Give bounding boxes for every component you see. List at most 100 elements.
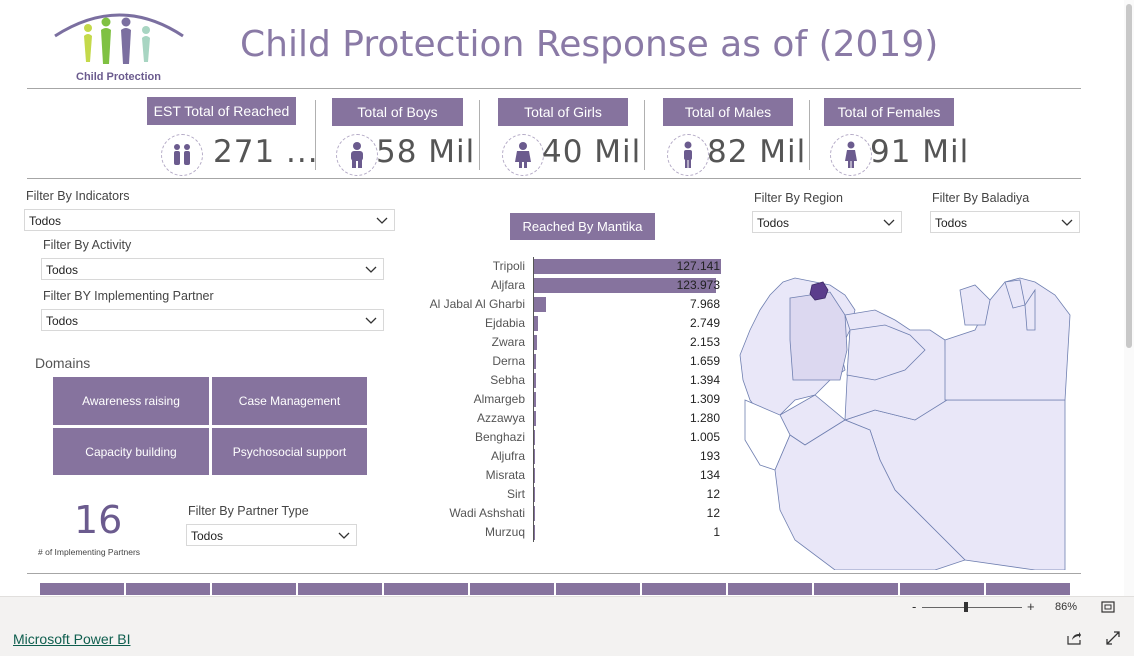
kpi-label-females: Total of Females (824, 98, 954, 126)
table-header-cell (642, 583, 726, 595)
zoom-out-button[interactable]: - (912, 599, 916, 614)
bar-category-label: Derna (492, 354, 525, 368)
two-children-icon (161, 134, 203, 176)
filter-region-label: Filter By Region (754, 191, 843, 205)
filter-indicators-dropdown[interactable]: Todos (24, 209, 395, 231)
report-footer: - + 86% Microsoft Power BI (0, 596, 1134, 656)
table-header-cell (728, 583, 812, 595)
table-header-cell (126, 583, 210, 595)
kpi-separator (809, 100, 810, 170)
table-header-cell (384, 583, 468, 595)
filter-partner-dropdown[interactable]: Todos (41, 309, 384, 331)
domain-awareness-raising-button[interactable]: Awareness raising (53, 377, 209, 425)
bar-value-label: 193 (699, 449, 720, 463)
bar-value-label: 1.659 (689, 354, 720, 368)
kpi-separator (315, 100, 316, 170)
filter-indicators-label: Filter By Indicators (26, 189, 130, 203)
share-icon[interactable] (1067, 631, 1082, 645)
table-header-cell (556, 583, 640, 595)
fullscreen-icon[interactable] (1106, 631, 1120, 645)
bar-category-label: Zwara (491, 335, 525, 349)
bar-category-label: Murzuq (484, 525, 525, 539)
domain-psychosocial-support-button[interactable]: Psychosocial support (212, 428, 367, 475)
filter-baladiya-dropdown[interactable]: Todos (930, 211, 1080, 233)
kpi-value-total-reached: 271 ... (213, 134, 319, 170)
chevron-down-icon (376, 217, 388, 224)
kpi-value-girls: 40 Mil (542, 134, 642, 170)
zoom-level: 86% (1055, 601, 1078, 613)
domains-heading: Domains (35, 355, 91, 371)
vertical-scrollbar[interactable] (1124, 0, 1134, 596)
logo-caption: Child Protection (76, 71, 161, 83)
bar-value-label: 1 (713, 525, 720, 539)
chart-title: Reached By Mantika (510, 213, 655, 240)
bar-value-label: 134 (699, 468, 720, 482)
fit-to-page-icon[interactable] (1101, 601, 1115, 613)
kpi-value-males: 82 Mil (707, 134, 807, 170)
kpi-value-boys: 58 Mil (376, 134, 476, 170)
logo: Child Protection (50, 6, 190, 86)
bar-category-label: Wadi Ashshati (449, 506, 525, 520)
scrollbar-thumb[interactable] (1126, 4, 1132, 348)
bar-value-label: 12 (706, 487, 720, 501)
filter-partner-type-label: Filter By Partner Type (188, 504, 309, 518)
chevron-down-icon (365, 266, 377, 273)
filter-indicators-value: Todos (29, 214, 62, 228)
bar-category-label: Sirt (507, 487, 525, 501)
table-header-cell (900, 583, 984, 595)
bar-value-label: 1.005 (689, 430, 720, 444)
table-header-cell (298, 583, 382, 595)
kpi-value-females: 91 Mil (870, 134, 970, 170)
bar-category-label: Azzawya (476, 411, 525, 425)
libya-map[interactable] (735, 270, 1075, 570)
bar-category-label: Misrata (485, 468, 525, 482)
bar-chart: Tripoli 127.141 Aljfara 123.973 Al Jabal Al … (405, 257, 735, 547)
table-header-cell (212, 583, 296, 595)
bar-value-label: 127.141 (676, 259, 720, 273)
child-protection-logo-icon (54, 13, 184, 64)
bottom-divider (27, 573, 1081, 574)
power-bi-link[interactable]: Microsoft Power BI (13, 631, 130, 647)
filter-partner-type-value: Todos (191, 529, 224, 543)
kpi-label-boys: Total of Boys (332, 98, 463, 126)
kpi-separator (644, 100, 645, 170)
chevron-down-icon (365, 317, 377, 324)
filter-region-dropdown[interactable]: Todos (752, 211, 902, 233)
partners-count-label: # of Implementing Partners (38, 547, 141, 557)
chevron-down-icon (883, 219, 895, 226)
table-header-cell (986, 583, 1070, 595)
zoom-slider[interactable] (922, 602, 1022, 612)
chevron-down-icon (338, 532, 350, 539)
kpi-label-males: Total of Males (663, 98, 793, 126)
filter-partner-label: Filter BY Implementing Partner (43, 289, 214, 303)
filter-activity-dropdown[interactable]: Todos (41, 258, 384, 280)
domain-capacity-building-button[interactable]: Capacity building (53, 428, 209, 475)
kpi-label-total-reached: EST Total of Reached (147, 97, 296, 125)
kpi-label-girls: Total of Girls (498, 98, 628, 126)
filter-partner-type-dropdown[interactable]: Todos (186, 524, 357, 546)
bar-category-label: Sebha (490, 373, 525, 387)
bar-value-label: 1.280 (689, 411, 720, 425)
bar-category-label: Aljfara (490, 278, 525, 292)
page-title: Child Protection Response as of (2019) (240, 24, 939, 65)
bar-value-label: 2.749 (689, 316, 720, 330)
zoom-slider-handle[interactable] (964, 602, 968, 612)
bar-category-label: Almargeb (473, 392, 525, 406)
bar-value-label: 1.309 (689, 392, 720, 406)
chevron-down-icon (1061, 219, 1073, 226)
filter-partner-value: Todos (46, 314, 79, 328)
zoom-in-button[interactable]: + (1027, 599, 1035, 614)
bar-value-label: 123.973 (676, 278, 720, 292)
title-divider (27, 88, 1081, 89)
domain-case-management-button[interactable]: Case Management (212, 377, 367, 425)
bar-value-label: 2.153 (689, 335, 720, 349)
filter-baladiya-label: Filter By Baladiya (932, 191, 1030, 205)
bar-category-label: Benghazi (474, 430, 525, 444)
boy-icon (336, 134, 378, 176)
kpi-separator (479, 100, 480, 170)
bar-value-label: 1.394 (689, 373, 720, 387)
bar-value-label: 7.968 (689, 297, 720, 311)
girl-icon (502, 134, 544, 176)
bar-value-label: 12 (706, 506, 720, 520)
bar-category-label: Aljufra (490, 449, 525, 463)
